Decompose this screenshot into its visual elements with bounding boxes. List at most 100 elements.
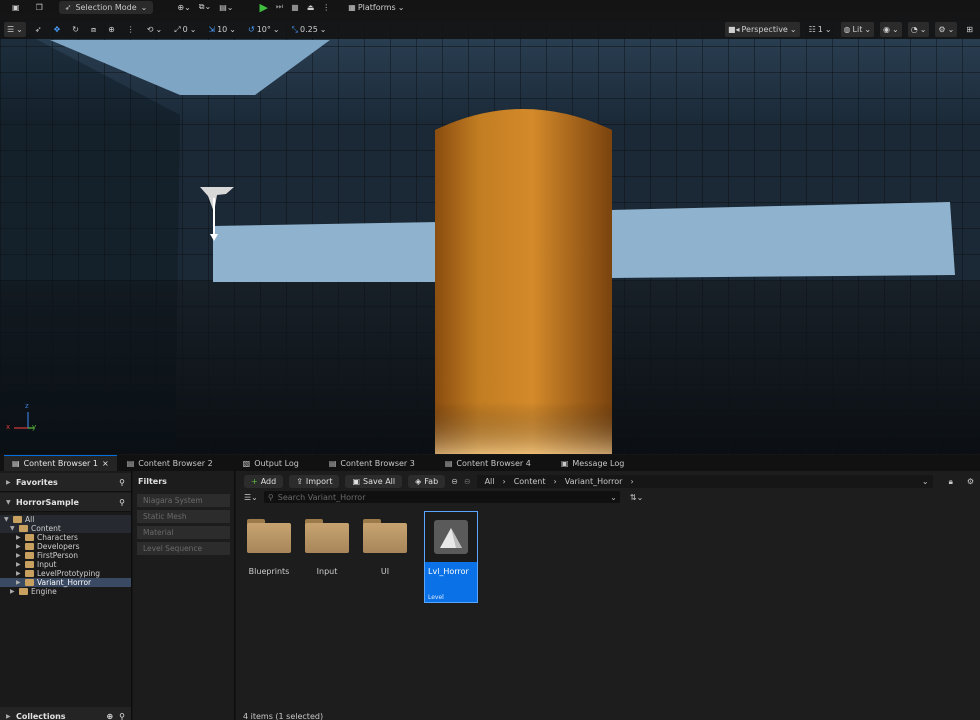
- filter-icon[interactable]: ☰⌄: [244, 493, 258, 502]
- rotate-tool-icon[interactable]: ↻: [69, 22, 82, 37]
- content-browser-icon: ▤: [126, 458, 135, 468]
- search-placeholder: Search Variant_Horror: [277, 492, 366, 502]
- selection-mode-dropdown[interactable]: ➶ Selection Mode ⌄: [58, 0, 154, 14]
- favorites-header[interactable]: ▶ Favorites ⚲: [0, 473, 131, 492]
- asset-tile-ui[interactable]: UI: [360, 515, 410, 603]
- tab-output-log[interactable]: ▧ Output Log: [235, 455, 307, 471]
- performance-dropdown[interactable]: ◔ ⌄: [907, 22, 930, 37]
- chevron-down-icon[interactable]: ⌄: [922, 477, 929, 486]
- world-local-icon[interactable]: ⊕: [105, 22, 118, 37]
- tab-label: Message Log: [572, 458, 625, 468]
- rotation-snap-button[interactable]: ⤢ 0 ⌄: [171, 22, 199, 37]
- tree-item-input[interactable]: ▶ Input: [0, 560, 131, 569]
- more-tools-icon[interactable]: ⋮: [124, 22, 138, 37]
- layout-dropdown[interactable]: ☷ 1 ⌄: [806, 22, 835, 37]
- platforms-icon: ▦: [348, 2, 356, 12]
- tree-item-content[interactable]: ▼ Content: [0, 524, 131, 533]
- asset-tile-blueprints[interactable]: Blueprints: [244, 515, 294, 603]
- close-icon[interactable]: ×: [102, 459, 109, 468]
- tree-item-developers[interactable]: ▶ Developers: [0, 542, 131, 551]
- add-actor-icon[interactable]: ⊕⌄: [173, 1, 194, 13]
- eject-icon[interactable]: ⏏: [303, 1, 319, 13]
- stop-icon[interactable]: ■: [287, 1, 303, 13]
- collections-label: Collections: [16, 711, 66, 720]
- tree-item-firstperson[interactable]: ▶ FirstPerson: [0, 551, 131, 560]
- view-mode-dropdown[interactable]: ◍ Lit ⌄: [840, 22, 875, 37]
- add-button[interactable]: + Add: [244, 475, 284, 488]
- angle-snap-button[interactable]: ↺ 10° ⌄: [245, 22, 283, 37]
- folder-icon: [25, 534, 34, 541]
- fab-button[interactable]: ◈ Fab: [408, 475, 446, 488]
- step-icon[interactable]: ⏭: [272, 1, 287, 13]
- search-input[interactable]: ⚲ Search Variant_Horror ⌄: [263, 491, 620, 503]
- search-icon: ⚲: [267, 492, 274, 502]
- tab-content-browser-2[interactable]: ▤ Content Browser 2: [119, 455, 221, 471]
- angle-snap-value: 10°: [256, 25, 271, 34]
- caret-right-icon: ▶: [16, 552, 21, 559]
- asset-grid: Blueprints Input UI Lvl_Horror Level: [244, 511, 478, 603]
- settings-dropdown[interactable]: ⚙ ⌄: [935, 22, 958, 37]
- tree-item-characters[interactable]: ▶ Characters: [0, 533, 131, 542]
- scale-snap-icon: ⤡: [291, 24, 298, 34]
- tab-content-browser-1[interactable]: ▤ Content Browser 1 ×: [4, 455, 117, 471]
- cinematics-icon[interactable]: ▤⌄: [215, 1, 237, 13]
- add-collection-icon[interactable]: ⊕: [106, 712, 113, 720]
- platforms-button[interactable]: ▦ Platforms ⌄: [344, 1, 408, 13]
- tree-item-engine[interactable]: ▶ Engine: [0, 587, 131, 596]
- move-tool-icon[interactable]: ✥: [51, 22, 64, 37]
- lock-icon[interactable]: 🔒︎: [949, 477, 953, 487]
- select-tool-icon[interactable]: ➶: [32, 22, 45, 37]
- breadcrumb-all[interactable]: All: [485, 477, 495, 486]
- main-toolbar: ▣ ❐ ➶ Selection Mode ⌄ ⊕⌄ ⧉⌄ ▤⌄ ▶ ⏭ ■ ⏏ …: [0, 0, 980, 14]
- show-flags-dropdown[interactable]: ◉ ⌄: [880, 22, 902, 37]
- asset-tile-input[interactable]: Input: [302, 515, 352, 603]
- asset-tile-lvl-horror[interactable]: Lvl_Horror Level: [424, 511, 478, 603]
- tab-content-browser-3[interactable]: ▤ Content Browser 3: [321, 455, 423, 471]
- save-icon[interactable]: ▣: [8, 1, 24, 13]
- search-icon[interactable]: ⚲: [119, 712, 125, 720]
- perspective-dropdown[interactable]: ■◂ Perspective ⌄: [724, 22, 800, 37]
- content-icon[interactable]: ❐: [32, 1, 47, 13]
- filter-material[interactable]: Material: [137, 526, 230, 539]
- filter-static-mesh[interactable]: Static Mesh: [137, 510, 230, 523]
- tab-label: Output Log: [254, 458, 299, 468]
- blueprint-icon[interactable]: ⧉⌄: [195, 1, 215, 13]
- breadcrumb-variant-horror[interactable]: Variant_Horror: [565, 477, 623, 486]
- history-back-icon[interactable]: ⊖: [451, 477, 458, 486]
- history-forward-icon[interactable]: ⊖: [464, 477, 471, 486]
- maximize-viewport-icon[interactable]: ⊞: [963, 22, 976, 37]
- surface-snap-button[interactable]: ⟲ ⌄: [144, 22, 165, 37]
- tree-item-variant-horror[interactable]: ▶ Variant_Horror: [0, 578, 131, 587]
- search-icon[interactable]: ⚲: [119, 478, 125, 487]
- save-all-button[interactable]: ▣ Save All: [345, 475, 403, 488]
- angle-snap-icon: ↺: [247, 25, 255, 34]
- breadcrumb-content[interactable]: Content: [514, 477, 546, 486]
- fab-icon: ◈: [415, 477, 422, 486]
- filter-level-sequence[interactable]: Level Sequence: [137, 542, 230, 555]
- collections-header[interactable]: ▶ Collections ⊕ ⚲: [0, 707, 131, 720]
- asset-view: + Add ⇪ Import ▣ Save All ◈ Fab ⊖ ⊖ All › Con…: [236, 471, 980, 720]
- grid-snap-button[interactable]: ⇲ 10 ⌄: [205, 22, 239, 37]
- project-header[interactable]: ▼ HorrorSample ⚲: [0, 493, 131, 512]
- search-icon[interactable]: ⚲: [119, 498, 125, 507]
- scale-snap-button[interactable]: ⤡ 0.25 ⌄: [289, 22, 330, 37]
- more-options-icon[interactable]: ⋮: [318, 1, 334, 13]
- folder-icon: [19, 588, 28, 595]
- play-icon[interactable]: ▶: [255, 1, 271, 14]
- sort-icon[interactable]: ⇅⌄: [630, 493, 643, 502]
- search-row: ☰⌄ ⚲ Search Variant_Horror ⌄ ⇅⌄: [244, 491, 643, 503]
- caret-right-icon: ▶: [16, 561, 21, 568]
- tab-content-browser-4[interactable]: ▤ Content Browser 4: [437, 455, 539, 471]
- sources-panel: ▶ Favorites ⚲ ▼ HorrorSample ⚲ ▼ All ▼ Conte…: [0, 471, 132, 720]
- scale-tool-icon[interactable]: ⧈: [88, 22, 99, 37]
- rotation-snap-icon: ⤢: [174, 24, 181, 34]
- level-viewport[interactable]: z x y: [0, 20, 980, 454]
- viewport-options-button[interactable]: ☰ ⌄: [4, 22, 26, 37]
- tree-item-levelprototyping[interactable]: ▶ LevelPrototyping: [0, 569, 131, 578]
- filter-niagara-system[interactable]: Niagara System: [137, 494, 230, 507]
- settings-gear-icon[interactable]: ⚙: [967, 477, 974, 486]
- import-button[interactable]: ⇪ Import: [289, 475, 340, 488]
- tree-item-all[interactable]: ▼ All: [0, 515, 131, 524]
- tab-message-log[interactable]: ▣ Message Log: [553, 455, 632, 471]
- filters-panel: Filters Niagara System Static Mesh Mater…: [133, 471, 235, 720]
